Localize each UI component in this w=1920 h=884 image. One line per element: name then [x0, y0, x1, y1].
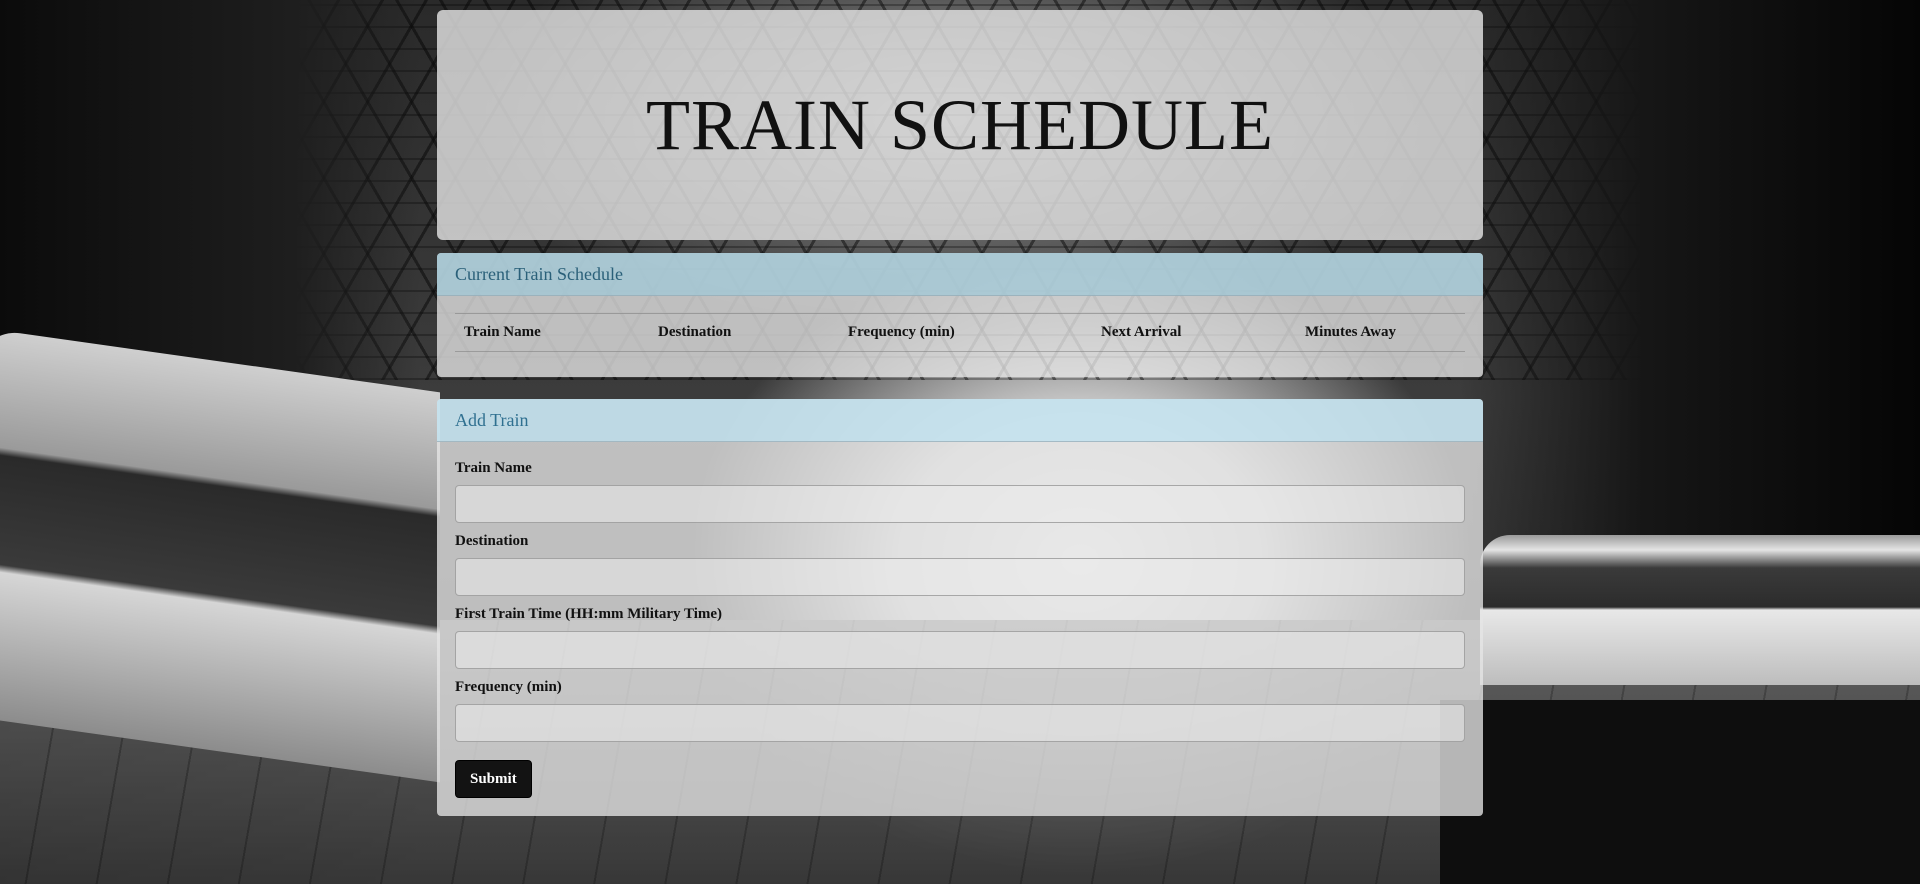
- schedule-panel-body: Train Name Destination Frequency (min) N…: [437, 296, 1483, 377]
- first-train-time-label: First Train Time (HH:mm Military Time): [455, 606, 723, 622]
- form-group-train-name: Train Name: [455, 460, 1465, 523]
- train-name-label: Train Name: [455, 460, 532, 476]
- submit-button[interactable]: Submit: [455, 760, 532, 798]
- add-train-panel: Add Train Train Name Destination First T…: [437, 399, 1483, 816]
- first-train-time-input[interactable]: [455, 631, 1465, 669]
- frequency-input[interactable]: [455, 704, 1465, 742]
- add-train-form: Train Name Destination First Train Time …: [437, 442, 1483, 816]
- column-header-train-name: Train Name: [455, 313, 649, 352]
- main-container: TRAIN SCHEDULE Current Train Schedule Tr…: [437, 10, 1483, 816]
- schedule-panel: Current Train Schedule Train Name Destin…: [437, 253, 1483, 377]
- page-title: TRAIN SCHEDULE: [646, 84, 1274, 165]
- form-group-destination: Destination: [455, 533, 1465, 596]
- column-header-frequency: Frequency (min): [839, 313, 1092, 352]
- frequency-label: Frequency (min): [455, 679, 562, 695]
- table-header-row: Train Name Destination Frequency (min) N…: [455, 313, 1465, 352]
- form-group-frequency: Frequency (min): [455, 679, 1465, 742]
- column-header-next-arrival: Next Arrival: [1092, 313, 1296, 352]
- schedule-table: Train Name Destination Frequency (min) N…: [455, 313, 1465, 352]
- train-name-input[interactable]: [455, 485, 1465, 523]
- schedule-panel-heading: Current Train Schedule: [437, 253, 1483, 296]
- form-group-first-train-time: First Train Time (HH:mm Military Time): [455, 606, 1465, 669]
- destination-label: Destination: [455, 533, 529, 549]
- destination-input[interactable]: [455, 558, 1465, 596]
- add-train-panel-heading: Add Train: [437, 399, 1483, 442]
- header-banner: TRAIN SCHEDULE: [437, 10, 1483, 240]
- column-header-destination: Destination: [649, 313, 839, 352]
- column-header-minutes-away: Minutes Away: [1296, 313, 1465, 352]
